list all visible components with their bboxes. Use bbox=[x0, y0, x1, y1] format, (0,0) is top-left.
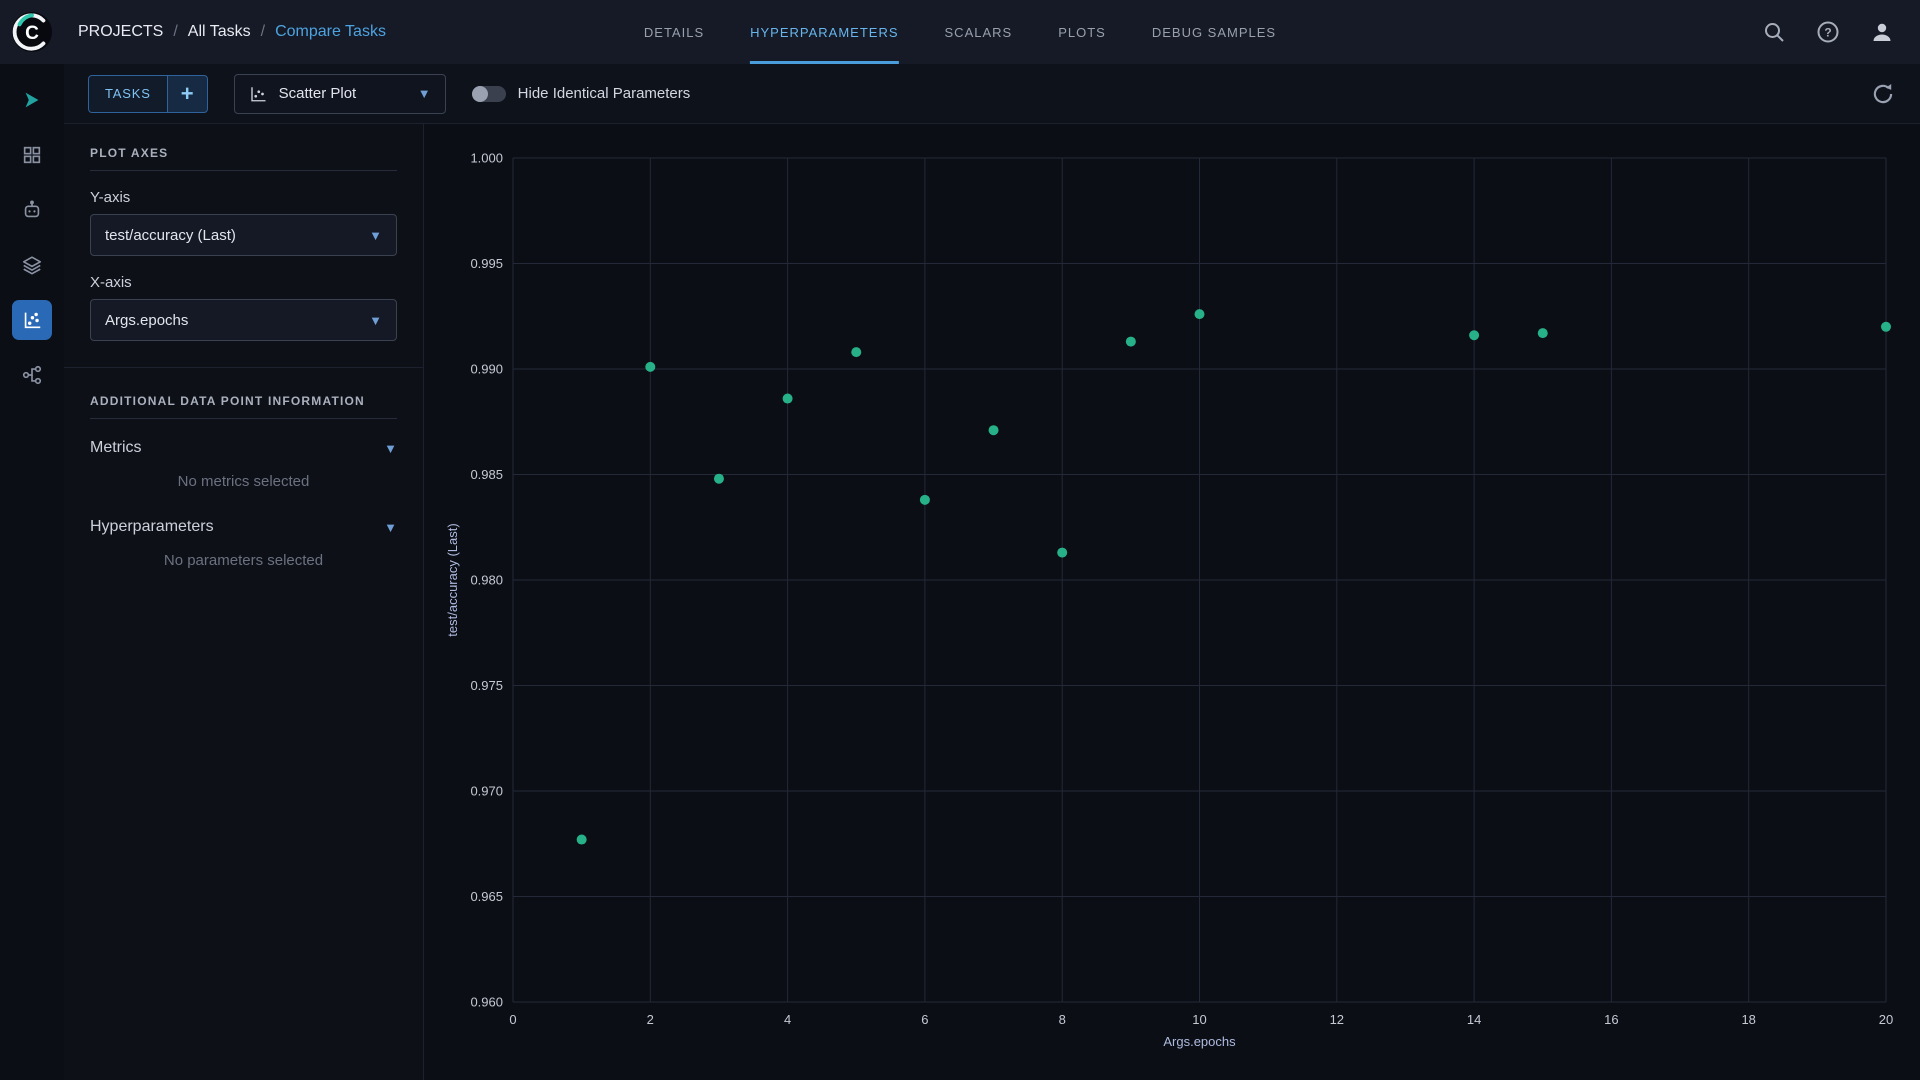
tab-plots[interactable]: PLOTS bbox=[1058, 0, 1106, 64]
chevron-down-icon: ▼ bbox=[369, 228, 382, 243]
breadcrumb-projects[interactable]: PROJECTS bbox=[78, 23, 163, 41]
svg-text:16: 16 bbox=[1604, 1012, 1618, 1027]
sidebar-item-datasets[interactable] bbox=[0, 127, 64, 182]
tab-hyperparameters[interactable]: HYPERPARAMETERS bbox=[750, 0, 898, 64]
scatter-plot[interactable]: 0 2 4 6 8 10 12 14 16 18 20 0.960 0.965 0.970 0.975 0.9… bbox=[424, 124, 1920, 1080]
svg-text:0.995: 0.995 bbox=[470, 256, 503, 271]
svg-text:0.970: 0.970 bbox=[470, 784, 503, 799]
tab-scalars[interactable]: SCALARS bbox=[945, 0, 1013, 64]
layers-icon bbox=[21, 254, 43, 276]
scatter-compare-icon bbox=[21, 309, 43, 331]
y-axis-label: Y-axis bbox=[90, 189, 397, 206]
svg-text:0.990: 0.990 bbox=[470, 362, 503, 377]
sidebar-item-models[interactable] bbox=[0, 237, 64, 292]
hyperparameters-empty-state: No parameters selected bbox=[90, 552, 397, 569]
clearml-logo-icon: C bbox=[11, 11, 53, 53]
x-axis-select[interactable]: Args.epochs ▼ bbox=[90, 299, 397, 341]
hyperparameters-label: Hyperparameters bbox=[90, 518, 214, 536]
toggle-knob bbox=[472, 86, 488, 102]
metrics-empty-state: No metrics selected bbox=[90, 473, 397, 490]
auto-refresh-icon[interactable] bbox=[1870, 81, 1896, 107]
svg-text:12: 12 bbox=[1330, 1012, 1344, 1027]
hyperparameters-collapse[interactable]: Hyperparameters ▼ bbox=[90, 518, 397, 536]
x-axis-label: X-axis bbox=[90, 274, 397, 291]
compare-toolbar: TASKS + Scatter Plot ▼ Hide Identical P bbox=[64, 64, 1920, 124]
clearml-logo[interactable]: C bbox=[0, 11, 64, 53]
breadcrumb-compare-tasks: Compare Tasks bbox=[275, 23, 386, 41]
svg-text:20: 20 bbox=[1879, 1012, 1893, 1027]
top-header: C PROJECTS / All Tasks / Compare Tasks D… bbox=[0, 0, 1920, 64]
sidebar-item-projects[interactable] bbox=[0, 72, 64, 127]
metrics-collapse[interactable]: Metrics ▼ bbox=[90, 439, 397, 457]
svg-text:0.985: 0.985 bbox=[470, 467, 503, 482]
sidebar-item-pipelines[interactable] bbox=[0, 347, 64, 402]
breadcrumb-all-tasks[interactable]: All Tasks bbox=[188, 23, 251, 41]
plot-settings-panel: PLOT AXES Y-axis test/accuracy (Last) ▼ … bbox=[64, 124, 424, 1080]
tab-details[interactable]: DETAILS bbox=[644, 0, 704, 64]
svg-text:?: ? bbox=[1824, 26, 1831, 40]
svg-text:0.975: 0.975 bbox=[470, 678, 503, 693]
sidebar-item-experiments-compare[interactable] bbox=[0, 292, 64, 347]
user-avatar[interactable] bbox=[1870, 20, 1894, 44]
plot-type-select[interactable]: Scatter Plot ▼ bbox=[234, 74, 446, 114]
side-rail bbox=[0, 64, 64, 1080]
svg-text:10: 10 bbox=[1192, 1012, 1206, 1027]
svg-text:8: 8 bbox=[1059, 1012, 1066, 1027]
svg-text:0.980: 0.980 bbox=[470, 573, 503, 588]
svg-text:0.960: 0.960 bbox=[470, 995, 503, 1010]
projects-icon bbox=[21, 89, 43, 111]
svg-text:Args.epochs: Args.epochs bbox=[1163, 1034, 1236, 1049]
plot-axes-heading: PLOT AXES bbox=[90, 146, 397, 171]
svg-text:18: 18 bbox=[1741, 1012, 1755, 1027]
svg-text:C: C bbox=[25, 23, 39, 44]
pipelines-icon bbox=[21, 364, 43, 386]
header-tabs: DETAILS HYPERPARAMETERS SCALARS PLOTS DE… bbox=[644, 0, 1276, 64]
work-row: PLOT AXES Y-axis test/accuracy (Last) ▼ … bbox=[64, 124, 1920, 1080]
hide-identical-toggle[interactable] bbox=[472, 86, 506, 102]
panel-divider bbox=[64, 367, 423, 368]
body-row: TASKS + Scatter Plot ▼ Hide Identical P bbox=[0, 64, 1920, 1080]
svg-text:1.000: 1.000 bbox=[470, 151, 503, 166]
content-column: TASKS + Scatter Plot ▼ Hide Identical P bbox=[64, 64, 1920, 1080]
x-axis-value: Args.epochs bbox=[105, 312, 188, 329]
plot-type-value: Scatter Plot bbox=[279, 85, 406, 102]
y-axis-select[interactable]: test/accuracy (Last) ▼ bbox=[90, 214, 397, 256]
svg-text:test/accuracy (Last): test/accuracy (Last) bbox=[445, 523, 460, 636]
additional-info-heading: ADDITIONAL DATA POINT INFORMATION bbox=[90, 394, 397, 419]
tasks-button-group: TASKS + bbox=[88, 75, 208, 113]
chevron-down-icon: ▼ bbox=[369, 313, 382, 328]
search-icon[interactable] bbox=[1762, 20, 1786, 44]
hide-identical-label: Hide Identical Parameters bbox=[518, 85, 691, 102]
y-axis-value: test/accuracy (Last) bbox=[105, 227, 236, 244]
chevron-down-icon: ▼ bbox=[384, 441, 397, 456]
chevron-down-icon: ▼ bbox=[384, 520, 397, 535]
svg-text:6: 6 bbox=[921, 1012, 928, 1027]
datasets-icon bbox=[21, 144, 43, 166]
scatter-chart-area: 0 2 4 6 8 10 12 14 16 18 20 0.960 0.965 0.970 0.975 0.9… bbox=[424, 124, 1920, 1080]
svg-text:0: 0 bbox=[509, 1012, 516, 1027]
tasks-button[interactable]: TASKS bbox=[89, 76, 167, 112]
sidebar-item-reports[interactable] bbox=[0, 182, 64, 237]
header-actions: ? bbox=[1762, 20, 1920, 44]
breadcrumb: PROJECTS / All Tasks / Compare Tasks bbox=[78, 23, 386, 41]
svg-text:0.965: 0.965 bbox=[470, 889, 503, 904]
chevron-down-icon: ▼ bbox=[418, 86, 431, 101]
breadcrumb-separator: / bbox=[261, 23, 265, 41]
reports-bot-icon bbox=[21, 199, 43, 221]
app-root: C PROJECTS / All Tasks / Compare Tasks D… bbox=[0, 0, 1920, 1080]
add-task-button[interactable]: + bbox=[167, 76, 207, 112]
metrics-label: Metrics bbox=[90, 439, 142, 457]
scatter-plot-icon bbox=[249, 85, 267, 103]
help-icon[interactable]: ? bbox=[1816, 20, 1840, 44]
svg-text:2: 2 bbox=[647, 1012, 654, 1027]
hide-identical-row: Hide Identical Parameters bbox=[472, 85, 691, 102]
svg-text:14: 14 bbox=[1467, 1012, 1481, 1027]
svg-text:4: 4 bbox=[784, 1012, 791, 1027]
tab-debug-samples[interactable]: DEBUG SAMPLES bbox=[1152, 0, 1276, 64]
breadcrumb-separator: / bbox=[173, 23, 177, 41]
